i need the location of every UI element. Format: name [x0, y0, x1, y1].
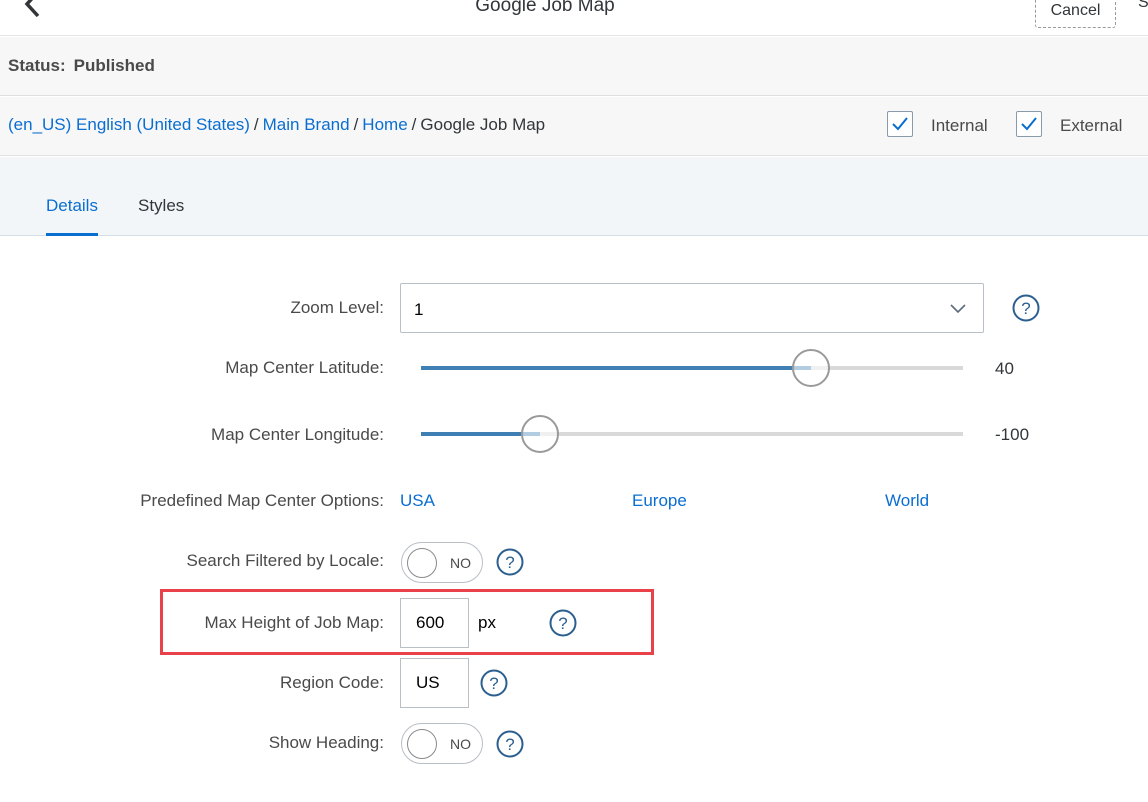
- page-title: Google Job Map: [475, 0, 615, 16]
- checkmark-icon: [892, 117, 908, 131]
- option-europe-link[interactable]: Europe: [632, 491, 687, 511]
- longitude-label: Map Center Longitude:: [211, 425, 384, 444]
- chevron-down-icon: [950, 304, 966, 314]
- breadcrumb-separator: /: [411, 115, 417, 134]
- latitude-label: Map Center Latitude:: [225, 358, 384, 377]
- help-icon[interactable]: ?: [496, 548, 524, 576]
- external-checkbox[interactable]: [1016, 111, 1042, 137]
- option-world-link[interactable]: World: [885, 491, 929, 511]
- breadcrumb-locale[interactable]: (en_US) English (United States): [8, 115, 250, 134]
- status-label: Status:: [8, 56, 66, 75]
- svg-text:?: ?: [558, 614, 567, 633]
- toggle-knob: [407, 729, 437, 759]
- latitude-value: 40: [995, 359, 1014, 378]
- latitude-slider-fill: [421, 366, 811, 370]
- show-heading-label: Show Heading:: [268, 733, 384, 752]
- max-height-unit: px: [478, 613, 496, 632]
- search-filtered-label: Search Filtered by Locale:: [186, 551, 385, 570]
- region-code-input[interactable]: [401, 659, 468, 707]
- svg-text:?: ?: [489, 674, 498, 693]
- breadcrumb-current: Google Job Map: [420, 115, 546, 134]
- internal-checkbox[interactable]: [887, 111, 913, 137]
- svg-text:?: ?: [505, 553, 514, 572]
- breadcrumb-separator: /: [253, 115, 259, 134]
- zoom-level-label: Zoom Level:: [290, 298, 384, 317]
- latitude-slider[interactable]: [421, 349, 963, 387]
- tab-details[interactable]: Details: [46, 196, 98, 236]
- top-bar: Google Job Map Cancel S: [0, 0, 1148, 36]
- breadcrumb-separator: /: [353, 115, 359, 134]
- help-icon[interactable]: ?: [1012, 294, 1040, 322]
- latitude-slider-handle[interactable]: [792, 349, 830, 387]
- region-code-field[interactable]: [400, 658, 469, 708]
- status-value: Published: [73, 56, 155, 75]
- max-height-input[interactable]: [401, 599, 468, 647]
- external-label: External: [1060, 116, 1123, 135]
- save-button[interactable]: S: [1138, 0, 1148, 12]
- breadcrumb-brand[interactable]: Main Brand: [263, 115, 350, 134]
- max-height-field[interactable]: [400, 598, 469, 648]
- help-icon[interactable]: ?: [496, 730, 524, 758]
- toggle-knob: [407, 548, 437, 578]
- search-filtered-toggle[interactable]: NO: [401, 542, 483, 583]
- cancel-button[interactable]: Cancel: [1035, 0, 1116, 28]
- breadcrumb: (en_US) English (United States) / Main Bra…: [8, 115, 545, 135]
- option-usa-link[interactable]: USA: [400, 491, 435, 511]
- zoom-level-select[interactable]: 1: [400, 283, 984, 333]
- breadcrumb-home[interactable]: Home: [362, 115, 407, 134]
- help-icon[interactable]: ?: [480, 669, 508, 697]
- status-bar: Status: Published: [0, 37, 1148, 96]
- region-code-label: Region Code:: [280, 673, 384, 692]
- breadcrumb-bar: (en_US) English (United States) / Main Bra…: [0, 97, 1148, 156]
- svg-text:?: ?: [1021, 299, 1030, 318]
- help-icon[interactable]: ?: [549, 609, 577, 637]
- max-height-label: Max Height of Job Map:: [204, 613, 384, 632]
- svg-text:?: ?: [505, 735, 514, 754]
- toggle-state: NO: [450, 555, 471, 571]
- longitude-value: -100: [995, 425, 1030, 444]
- internal-label: Internal: [931, 116, 988, 135]
- predefined-options-label: Predefined Map Center Options:: [140, 491, 384, 510]
- longitude-slider[interactable]: [421, 415, 963, 453]
- longitude-slider-handle[interactable]: [521, 415, 559, 453]
- tab-bar: Details Styles: [0, 157, 1148, 236]
- tab-styles[interactable]: Styles: [138, 196, 184, 236]
- zoom-level-value: 1: [414, 300, 424, 319]
- show-heading-toggle[interactable]: NO: [401, 723, 483, 764]
- toggle-state: NO: [450, 736, 471, 752]
- checkmark-icon: [1021, 117, 1037, 131]
